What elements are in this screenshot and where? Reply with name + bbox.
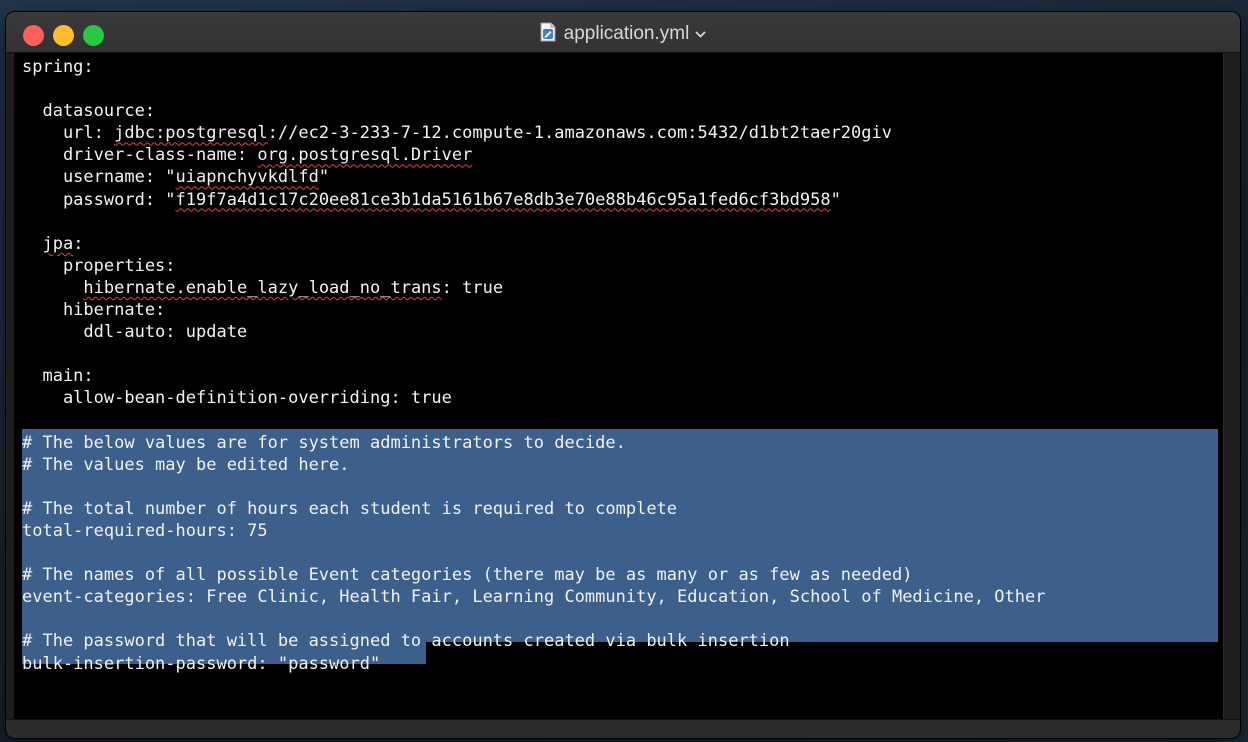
code-line[interactable]: event-categories: Free Clinic, Health Fa…	[22, 586, 1046, 608]
chevron-down-icon[interactable]	[695, 22, 706, 44]
code-line[interactable]: # The values may be edited here.	[22, 454, 1046, 476]
title-bar[interactable]: application.yml	[6, 12, 1240, 53]
code-line[interactable]: bulk-insertion-password: "password"	[22, 653, 1046, 675]
code-token: # The below values are for system admini…	[22, 432, 626, 453]
code-line[interactable]: properties:	[22, 255, 1046, 277]
code-token: event-categories: Free Clinic, Health Fa…	[22, 587, 1046, 608]
code-token: spring:	[22, 57, 94, 77]
code-token: username: "	[22, 167, 176, 188]
code-line[interactable]: url: jdbc:postgresql://ec2-3-233-7-12.co…	[22, 122, 1046, 144]
code-line[interactable]: # The password that will be assigned to …	[22, 630, 1046, 652]
code-line[interactable]: ​	[22, 78, 1046, 100]
code-token: ://ec2-3-233-7-12.compute-1.amazonaws.co…	[267, 123, 892, 144]
code-line[interactable]: hibernate:	[22, 299, 1046, 321]
code-token: "	[830, 189, 841, 210]
code-line[interactable]: hibernate.enable_lazy_load_no_trans: tru…	[22, 277, 1046, 299]
code-line[interactable]: datasource:	[22, 100, 1046, 122]
code-line[interactable]: # The total number of hours each student…	[22, 498, 1046, 520]
code-token: :	[73, 233, 84, 254]
code-token: password: "	[22, 189, 176, 210]
code-token: ddl-auto: update	[22, 322, 248, 343]
code-token: # The names of all possible Event catego…	[22, 565, 913, 586]
code-line[interactable]: jpa:	[22, 233, 1046, 255]
misspelled-word: jdbc:postgresql	[114, 123, 268, 144]
code-line[interactable]: total-required-hours: 75	[22, 520, 1046, 542]
code-token: hibernate:	[22, 300, 166, 321]
code-line[interactable]: driver-class-name: org.postgresql.Driver	[22, 144, 1046, 166]
misspelled-word: f19f7a4d1c17c20ee81ce3b1da5161b67e8db3e7…	[175, 189, 831, 210]
window-title[interactable]: application.yml	[6, 22, 1240, 48]
code-token: bulk-insertion-password: "password"	[22, 653, 381, 674]
code-token: main:	[22, 366, 94, 387]
code-line[interactable]: ​	[22, 211, 1046, 233]
misspelled-word: hibernate.enable_lazy_load_no_trans	[83, 277, 442, 298]
code-line[interactable]: ​	[22, 476, 1046, 498]
code-token: datasource:	[22, 101, 156, 122]
code-text[interactable]: spring:​ datasource: url: jdbc:postgresq…	[22, 56, 1046, 675]
code-line[interactable]: main:	[22, 365, 1046, 387]
text-editor-area[interactable]: spring:​ datasource: url: jdbc:postgresq…	[14, 53, 1224, 719]
code-line[interactable]: spring:	[22, 56, 1046, 78]
code-token: allow-bean-definition-overriding: true	[22, 388, 452, 409]
code-token: total-required-hours: 75	[22, 520, 268, 541]
vertical-scrollbar[interactable]	[1223, 53, 1240, 719]
code-line[interactable]: ​	[22, 410, 1046, 432]
document-icon[interactable]	[540, 22, 556, 48]
code-line[interactable]: password: "f19f7a4d1c17c20ee81ce3b1da516…	[22, 189, 1046, 211]
code-line[interactable]: # The names of all possible Event catego…	[22, 564, 1046, 586]
code-line[interactable]: ​	[22, 343, 1046, 365]
code-token: url:	[22, 123, 115, 144]
window-bottom-bar	[6, 719, 1240, 738]
code-token: "	[318, 167, 330, 188]
code-line[interactable]: # The below values are for system admini…	[22, 432, 1046, 454]
misspelled-word: uiapnchyvkdlfd	[175, 167, 319, 188]
code-token: : true	[441, 277, 504, 298]
code-line[interactable]: ​	[22, 542, 1046, 564]
code-token: properties:	[22, 255, 176, 276]
code-token: driver-class-name:	[22, 145, 258, 166]
window-title-text: application.yml	[563, 23, 690, 44]
code-line[interactable]: ddl-auto: update	[22, 321, 1046, 343]
code-token: # The values may be edited here.	[22, 454, 350, 475]
code-line[interactable]: username: "uiapnchyvkdlfd"	[22, 166, 1046, 188]
code-line[interactable]: allow-bean-definition-overriding: true	[22, 387, 1046, 409]
misspelled-word: jpa	[42, 233, 74, 254]
misspelled-word: org.postgresql.Driver	[257, 145, 473, 166]
code-line[interactable]: ​	[22, 608, 1046, 630]
code-token: # The total number of hours each student…	[22, 498, 678, 519]
text-editor-window: application.yml spring:​ datasource: url…	[6, 12, 1240, 738]
code-token: # The password that will be assigned to …	[22, 631, 790, 652]
